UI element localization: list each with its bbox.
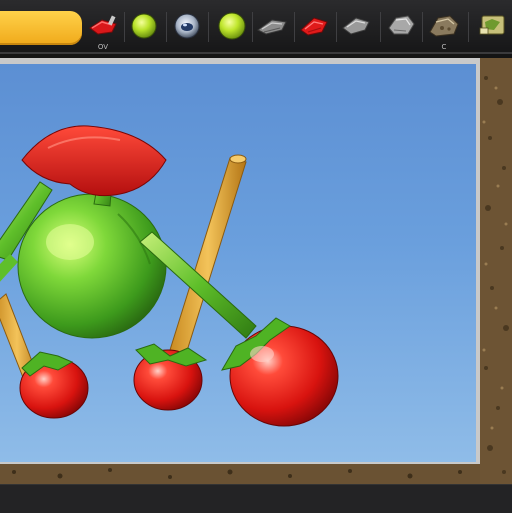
terrain-bottom-strip — [0, 464, 480, 484]
terrain-tool-icon — [429, 15, 459, 37]
toolbar-divider — [208, 12, 209, 42]
toolbar: OV C — [0, 0, 512, 55]
main-menu-tab-label — [4, 24, 78, 34]
red-brush-icon — [300, 17, 328, 36]
tool-camera-lens[interactable] — [170, 0, 204, 54]
tool-caption — [128, 42, 162, 52]
tool-gray-brush[interactable] — [254, 0, 290, 54]
tool-terrain[interactable]: C — [426, 0, 462, 54]
tool-caption — [474, 42, 510, 52]
camera-lens-icon — [174, 13, 200, 39]
fruit-scene — [0, 125, 339, 427]
toolbar-divider — [252, 12, 253, 42]
toolbar-divider — [294, 12, 295, 42]
terrain-texture — [0, 464, 480, 484]
green-ball-icon — [131, 13, 157, 39]
terrain-texture — [480, 58, 512, 484]
cherry-tomato-left — [19, 351, 89, 419]
tool-green-ball-2[interactable] — [212, 0, 250, 54]
tool-red-brush-2[interactable] — [296, 0, 332, 54]
tool-caption — [254, 42, 290, 52]
terrain-side-panel — [480, 58, 512, 484]
tool-caption: OV — [97, 43, 109, 51]
toolbar-divider — [166, 12, 167, 42]
red-brush-icon — [89, 15, 117, 35]
app-window: OV C — [0, 0, 512, 513]
tool-gray-brush-2[interactable] — [338, 0, 374, 54]
toolbar-divider — [380, 12, 381, 42]
tool-caption — [384, 42, 418, 52]
tool-green-ball[interactable] — [128, 0, 162, 54]
tool-caption: C — [441, 43, 447, 51]
tool-caption — [296, 42, 332, 52]
tool-stone[interactable] — [384, 0, 418, 54]
tool-caption — [170, 42, 204, 52]
cherry-tomato-right — [220, 317, 339, 427]
tool-caption — [338, 42, 374, 52]
green-ball-icon — [218, 12, 246, 40]
viewport-frame — [0, 58, 480, 464]
toolbar-divider — [468, 12, 469, 42]
layers-icon — [479, 15, 505, 35]
3d-viewport[interactable] — [0, 64, 476, 462]
toolbar-divider — [336, 12, 337, 42]
green-apple — [17, 193, 167, 339]
cherry-tomato-center — [133, 343, 208, 411]
tool-red-brush[interactable]: OV — [86, 0, 120, 54]
toolbar-divider — [124, 12, 125, 42]
main-menu-tab[interactable] — [0, 11, 82, 45]
gray-brush-icon — [342, 17, 370, 35]
main-area — [0, 54, 512, 484]
tool-caption — [212, 42, 250, 52]
stone-tool-icon — [388, 15, 415, 35]
status-bar — [0, 484, 512, 513]
toolbar-divider — [422, 12, 423, 42]
gray-brush-icon — [257, 19, 287, 35]
tool-layers[interactable] — [474, 0, 510, 54]
